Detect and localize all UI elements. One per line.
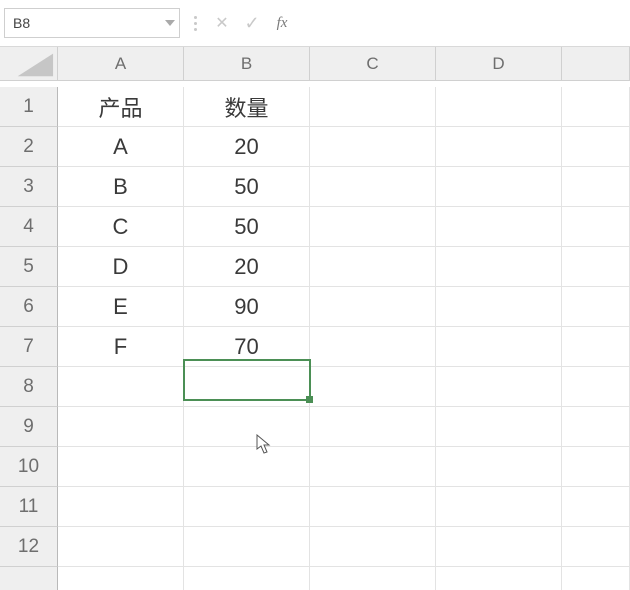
cell-B1[interactable]: 数量	[184, 87, 310, 127]
cell-C7[interactable]	[310, 327, 436, 367]
row-header[interactable]: 9	[0, 407, 58, 447]
col-header-C[interactable]: C	[310, 47, 436, 81]
name-box-value: B8	[13, 15, 30, 31]
cell-C11[interactable]	[310, 487, 436, 527]
cell-D5[interactable]	[436, 247, 562, 287]
separator-dots-icon	[194, 16, 197, 31]
row-header[interactable]: 8	[0, 367, 58, 407]
cell[interactable]	[562, 567, 630, 590]
cell[interactable]	[562, 367, 630, 407]
cell-C10[interactable]	[310, 447, 436, 487]
cell[interactable]	[562, 87, 630, 127]
cell[interactable]	[562, 127, 630, 167]
row-header[interactable]: 7	[0, 327, 58, 367]
cell-C2[interactable]	[310, 127, 436, 167]
cell-D4[interactable]	[436, 207, 562, 247]
row-header[interactable]: 5	[0, 247, 58, 287]
cell-B7[interactable]: 70	[184, 327, 310, 367]
cell-C9[interactable]	[310, 407, 436, 447]
cell[interactable]	[310, 567, 436, 590]
cell-C5[interactable]	[310, 247, 436, 287]
cell-A1[interactable]: 产品	[58, 87, 184, 127]
cell[interactable]	[58, 567, 184, 590]
row-header[interactable]: 12	[0, 527, 58, 567]
cell[interactable]	[436, 567, 562, 590]
cell-A4[interactable]: C	[58, 207, 184, 247]
cell[interactable]	[562, 167, 630, 207]
row-header[interactable]: 6	[0, 287, 58, 327]
cell-B6[interactable]: 90	[184, 287, 310, 327]
cell-A3[interactable]: B	[58, 167, 184, 207]
formula-bar: B8 ✕ ✓ fx	[0, 0, 630, 47]
fx-icon: fx	[277, 15, 288, 32]
row-header[interactable]: 2	[0, 127, 58, 167]
cell-D12[interactable]	[436, 527, 562, 567]
check-icon: ✓	[244, 13, 259, 34]
cancel-button[interactable]: ✕	[207, 9, 237, 37]
cell-D10[interactable]	[436, 447, 562, 487]
cell-A7[interactable]: F	[58, 327, 184, 367]
cell-B8[interactable]	[184, 367, 310, 407]
cell[interactable]	[562, 247, 630, 287]
cell-D8[interactable]	[436, 367, 562, 407]
cell-B2[interactable]: 20	[184, 127, 310, 167]
confirm-button[interactable]: ✓	[237, 9, 267, 37]
chevron-down-icon[interactable]	[165, 20, 175, 26]
row-header[interactable]: 11	[0, 487, 58, 527]
cell[interactable]	[562, 527, 630, 567]
cell-D9[interactable]	[436, 407, 562, 447]
cell-D7[interactable]	[436, 327, 562, 367]
cell-C4[interactable]	[310, 207, 436, 247]
name-box[interactable]: B8	[4, 8, 180, 38]
cell-A5[interactable]: D	[58, 247, 184, 287]
cell-A12[interactable]	[58, 527, 184, 567]
cell[interactable]	[562, 327, 630, 367]
row-header[interactable]: 10	[0, 447, 58, 487]
cell-D1[interactable]	[436, 87, 562, 127]
cell[interactable]	[184, 567, 310, 590]
cell[interactable]	[562, 207, 630, 247]
cell[interactable]	[562, 287, 630, 327]
cell-B3[interactable]: 50	[184, 167, 310, 207]
cell-C3[interactable]	[310, 167, 436, 207]
spreadsheet-grid[interactable]: A B C D 1 产品 数量 2 A 20 3 B 50 4 C 50 5	[0, 47, 630, 590]
col-header-D[interactable]: D	[436, 47, 562, 81]
cell-D6[interactable]	[436, 287, 562, 327]
cell-A6[interactable]: E	[58, 287, 184, 327]
cell[interactable]	[562, 407, 630, 447]
row-header[interactable]: 4	[0, 207, 58, 247]
cell-B9[interactable]	[184, 407, 310, 447]
cell-C6[interactable]	[310, 287, 436, 327]
select-all-corner[interactable]	[0, 47, 58, 81]
cell-A9[interactable]	[58, 407, 184, 447]
col-header-B[interactable]: B	[184, 47, 310, 81]
cell-B11[interactable]	[184, 487, 310, 527]
cell-A2[interactable]: A	[58, 127, 184, 167]
row-header[interactable]: 3	[0, 167, 58, 207]
cell-D2[interactable]	[436, 127, 562, 167]
fx-button[interactable]: fx	[267, 9, 297, 37]
cell-B10[interactable]	[184, 447, 310, 487]
cell-C12[interactable]	[310, 527, 436, 567]
cell-B12[interactable]	[184, 527, 310, 567]
cell-D3[interactable]	[436, 167, 562, 207]
cell[interactable]	[562, 447, 630, 487]
col-header-A[interactable]: A	[58, 47, 184, 81]
cell-A11[interactable]	[58, 487, 184, 527]
row-header[interactable]	[0, 567, 58, 590]
cell-C1[interactable]	[310, 87, 436, 127]
cell[interactable]	[562, 487, 630, 527]
cell-B4[interactable]: 50	[184, 207, 310, 247]
formula-input[interactable]	[303, 8, 624, 39]
spreadsheet-app: B8 ✕ ✓ fx A B C D 1 产品 数量 2 A 20 3	[0, 0, 630, 590]
row-header[interactable]: 1	[0, 87, 58, 127]
cell-D11[interactable]	[436, 487, 562, 527]
col-header-last[interactable]	[562, 47, 630, 81]
cell-A10[interactable]	[58, 447, 184, 487]
cell-B5[interactable]: 20	[184, 247, 310, 287]
cell-C8[interactable]	[310, 367, 436, 407]
cell-A8[interactable]	[58, 367, 184, 407]
cancel-icon: ✕	[215, 13, 228, 33]
